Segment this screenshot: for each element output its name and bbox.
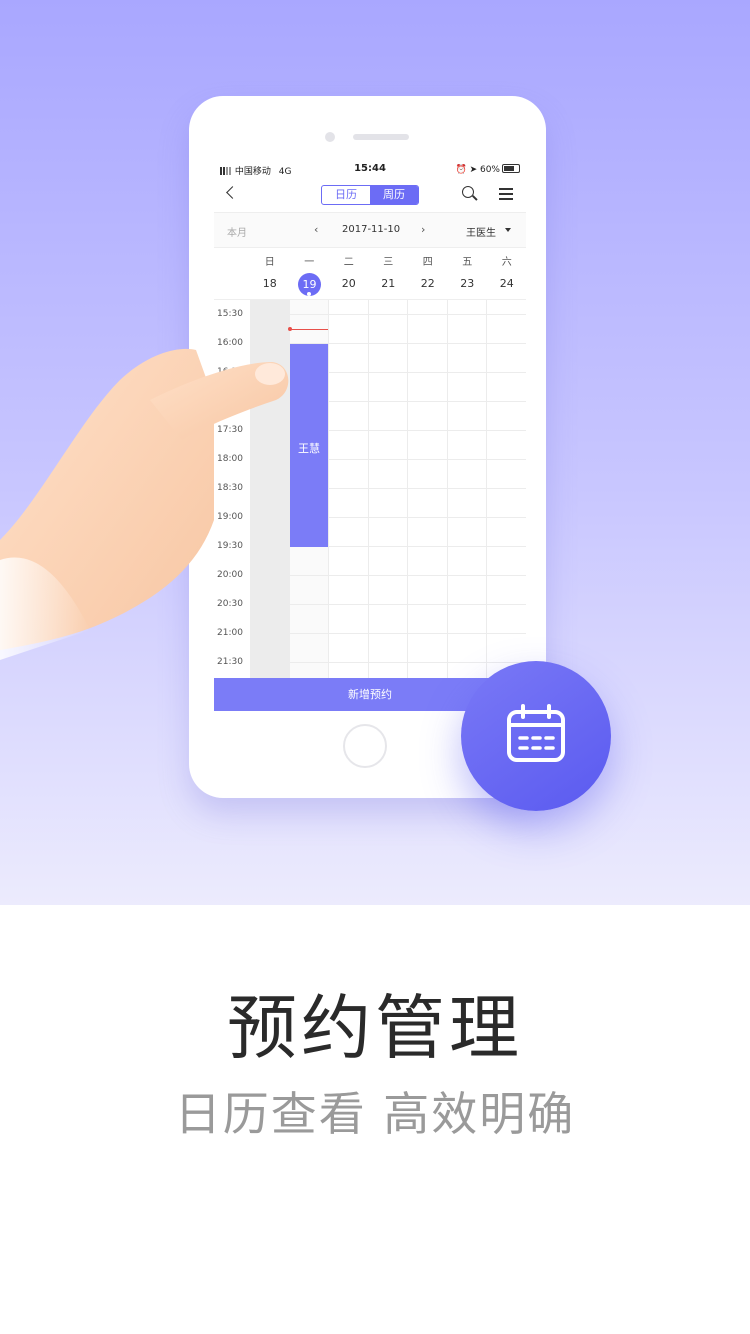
current-time-line — [290, 329, 328, 330]
time-label: 18:00 — [217, 454, 243, 464]
weekday-label: 日 — [264, 257, 275, 268]
prev-date-icon[interactable]: ‹ — [314, 223, 318, 236]
day-number[interactable]: 23 — [448, 277, 488, 290]
home-button — [343, 724, 387, 768]
view-segment: 日历 周历 — [321, 185, 419, 205]
day-number[interactable]: 24 — [487, 277, 526, 290]
time-label: 18:30 — [217, 483, 243, 493]
calendar-badge — [461, 661, 611, 811]
schedule-grid[interactable]: 15:30 16:00 16:30 17:00 17:30 18:00 18:3… — [214, 299, 526, 679]
phone-speaker — [353, 134, 409, 140]
phone-screen: 中国移动 4G 15:44 ⏰ ➤ 60% 日历 周历 本月 ‹ 2017-11… — [214, 158, 526, 716]
tab-calendar[interactable]: 日历 — [322, 186, 370, 204]
page-title: 预约管理 — [227, 987, 523, 1069]
grid-line — [447, 300, 448, 679]
nav-bar: 日历 周历 — [214, 182, 526, 212]
status-bar: 中国移动 4G 15:44 ⏰ ➤ 60% — [214, 158, 526, 182]
time-label: 20:00 — [217, 570, 243, 580]
grid-line — [250, 633, 526, 634]
time-label: 17:30 — [217, 425, 243, 435]
search-icon[interactable] — [462, 186, 474, 198]
dropdown-icon[interactable] — [505, 228, 511, 232]
weekday-label: 二 — [343, 257, 354, 268]
grid-line — [250, 314, 526, 315]
day-number[interactable]: 22 — [408, 277, 448, 290]
event-dot — [307, 292, 311, 296]
grid-line — [407, 300, 408, 679]
back-icon[interactable] — [226, 186, 239, 199]
grid-line — [368, 300, 369, 679]
grid-line — [250, 575, 526, 576]
day-number[interactable]: 20 — [329, 277, 369, 290]
weekday-label: 一 — [304, 257, 315, 268]
grid-line — [328, 300, 329, 679]
next-date-icon[interactable]: › — [421, 223, 425, 236]
time-label: 21:00 — [217, 628, 243, 638]
grid-line — [486, 300, 487, 679]
phone-camera — [325, 132, 335, 142]
sunday-column — [250, 300, 289, 679]
appointment-block[interactable]: 王慧 — [290, 344, 328, 547]
day-number[interactable]: 18 — [250, 277, 290, 290]
grid-line — [250, 300, 251, 679]
time-label: 20:30 — [217, 599, 243, 609]
time-label: 16:00 — [217, 338, 243, 348]
time-label: 15:30 — [217, 309, 243, 319]
grid-line — [250, 662, 526, 663]
time-label: 21:30 — [217, 657, 243, 667]
day-number[interactable]: 21 — [369, 277, 409, 290]
alarm-icon: ⏰ ➤ — [455, 165, 478, 175]
time-label: 19:00 — [217, 512, 243, 522]
weekday-label: 三 — [383, 257, 394, 268]
tab-week[interactable]: 周历 — [370, 186, 418, 204]
doctor-selector[interactable]: 王医生 — [466, 224, 496, 239]
hero-banner: 中国移动 4G 15:44 ⏰ ➤ 60% 日历 周历 本月 ‹ 2017-11… — [0, 0, 750, 905]
date-bar: 本月 ‹ 2017-11-10 › 王医生 — [214, 212, 526, 248]
battery-percent: 60% — [479, 165, 500, 175]
weekday-label: 六 — [501, 257, 512, 268]
time-label: 19:30 — [217, 541, 243, 551]
appointment-name: 王慧 — [298, 442, 320, 455]
calendar-icon — [507, 704, 565, 762]
current-date: 2017-11-10 — [342, 224, 401, 235]
weekday-label: 四 — [422, 257, 433, 268]
week-header: 日 一 二 三 四 五 六 18 19 20 21 22 23 24 — [214, 247, 526, 299]
grid-line — [250, 604, 526, 605]
weekday-label: 五 — [462, 257, 473, 268]
time-label: 17:00 — [217, 396, 243, 406]
this-month-button[interactable]: 本月 — [227, 224, 247, 239]
page-subtitle: 日历查看 高效明确 — [174, 1087, 576, 1141]
list-icon[interactable] — [499, 188, 513, 203]
battery-icon — [502, 164, 520, 173]
time-label: 16:30 — [217, 367, 243, 377]
